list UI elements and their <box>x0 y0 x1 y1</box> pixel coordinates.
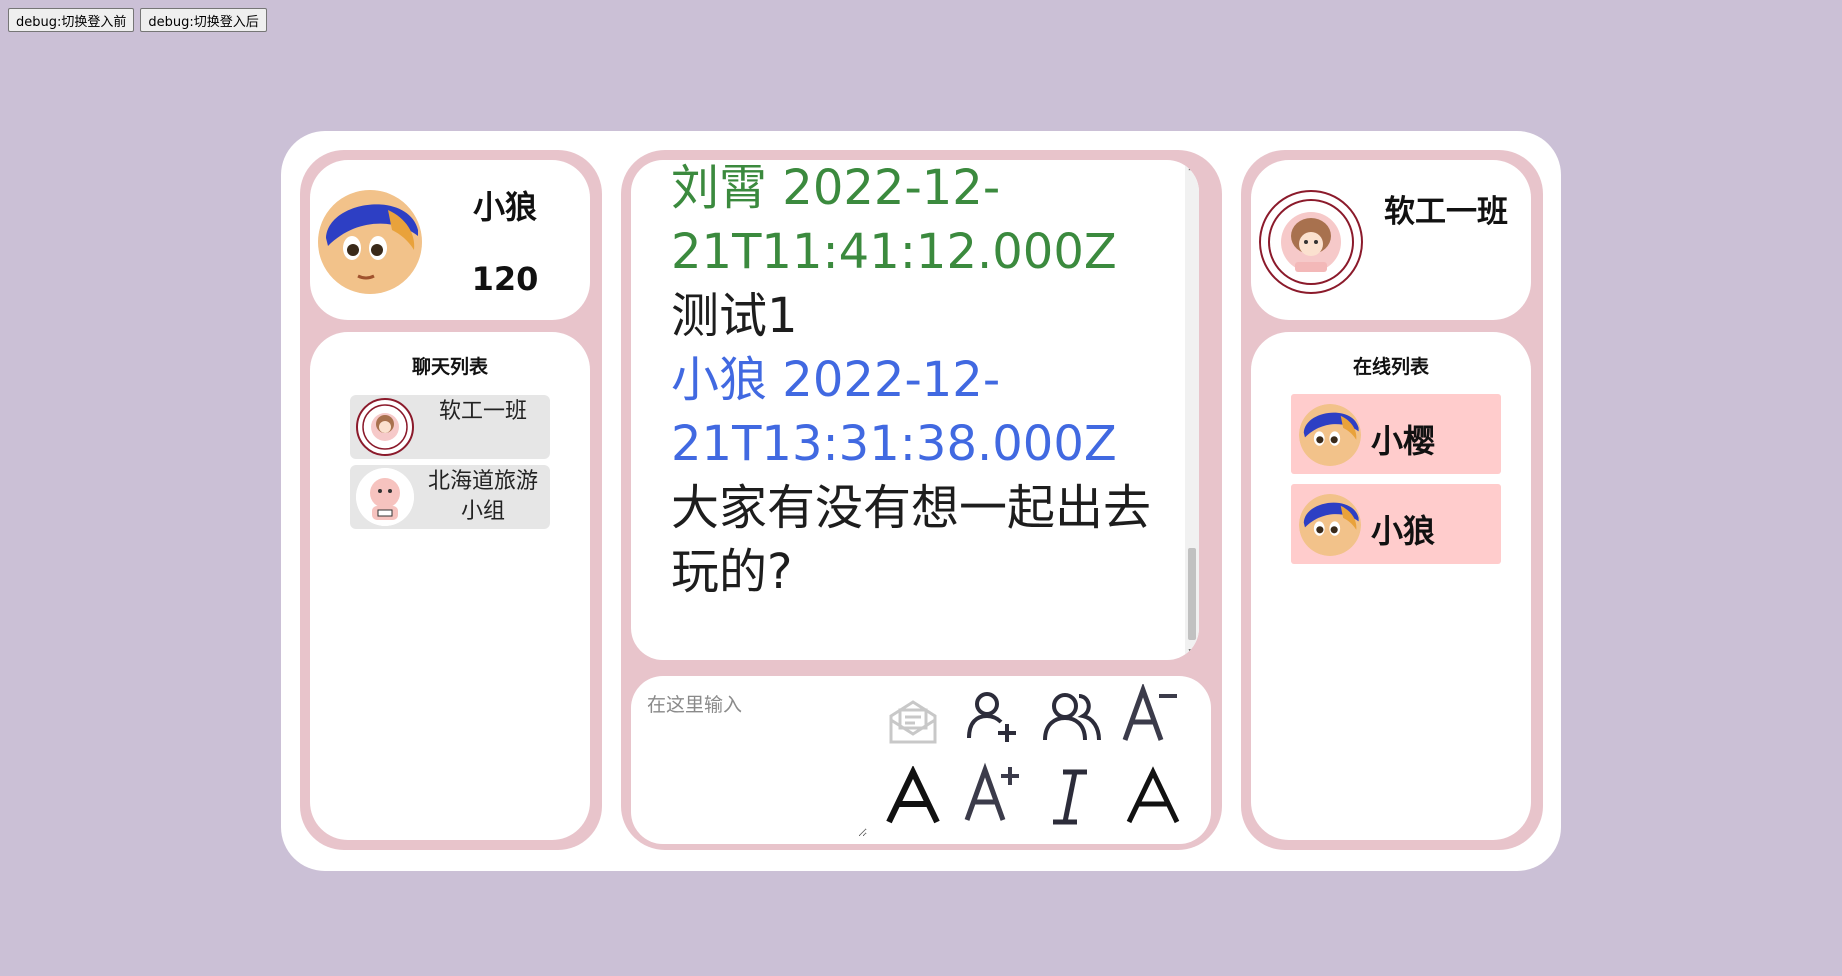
chat-list-item[interactable]: 软工一班 <box>350 395 550 459</box>
debug-before-login-button[interactable]: debug:切换登入前 <box>8 8 135 32</box>
font-normal-icon[interactable] <box>883 766 943 826</box>
message-panel[interactable]: 刘霄 2022-12-21T11:41:12.000Z 测试1 小狼 2022-12… <box>631 160 1199 660</box>
scroll-down-icon[interactable]: ▼ <box>1185 646 1199 660</box>
message-input[interactable] <box>645 688 867 837</box>
online-list-card: 在线列表 小樱 小狼 <box>1251 332 1531 840</box>
font-regular-icon[interactable] <box>1123 766 1183 826</box>
left-column: 小狼 120 聊天列表 软工一班 北海道旅游小组 <box>300 150 602 850</box>
message-header: 小狼 2022-12-21T13:31:38.000Z <box>671 348 1171 476</box>
font-decrease-icon[interactable] <box>1119 684 1179 744</box>
group-name: 软工一班 <box>1384 194 1508 230</box>
user-score: 120 <box>471 260 539 298</box>
italic-icon[interactable] <box>1041 766 1101 826</box>
chat-list-item[interactable]: 北海道旅游小组 <box>350 465 550 529</box>
message-sender: 刘霄 <box>671 160 768 216</box>
group-info-card: 软工一班 <box>1251 160 1531 320</box>
message-sender: 小狼 <box>671 352 768 408</box>
user-avatar[interactable] <box>318 190 422 294</box>
online-user-item[interactable]: 小狼 <box>1291 484 1501 564</box>
send-mail-icon[interactable] <box>883 690 943 750</box>
message-list: 刘霄 2022-12-21T11:41:12.000Z 测试1 小狼 2022-12… <box>671 160 1171 604</box>
composer-panel <box>631 676 1211 844</box>
message-text: 大家有没有想一起出去玩的? <box>671 480 1152 600</box>
online-user-name: 小樱 <box>1371 422 1436 460</box>
online-list-title: 在线列表 <box>1352 356 1429 378</box>
cartoon-baby-avatar-icon <box>356 468 414 526</box>
chat-list-item-name: 软工一班 <box>438 399 527 424</box>
scroll-up-icon[interactable]: ▲ <box>1185 160 1199 174</box>
debug-after-login-button[interactable]: debug:切换登入后 <box>140 8 267 32</box>
middle-column: 刘霄 2022-12-21T11:41:12.000Z 测试1 小狼 2022-12… <box>621 150 1222 850</box>
ccs-rose-badge-icon <box>356 398 414 456</box>
message-text: 测试1 <box>671 288 798 344</box>
chat-list-card: 聊天列表 软工一班 北海道旅游小组 <box>310 332 590 840</box>
chat-app: 小狼 120 聊天列表 软工一班 北海道旅游小组 刘霄 2022-12-21T1… <box>281 131 1561 871</box>
message-scrollbar[interactable]: ▲ ▼ <box>1185 160 1199 660</box>
boy-blue-hat-avatar-icon <box>1299 404 1361 466</box>
group-icon[interactable] <box>1041 686 1101 746</box>
ccs-rose-badge-icon <box>1259 190 1363 294</box>
user-name: 小狼 <box>472 188 537 226</box>
boy-blue-hat-avatar-icon <box>1299 494 1361 556</box>
message-header: 刘霄 2022-12-21T11:41:12.000Z <box>671 160 1171 284</box>
scrollbar-thumb[interactable] <box>1188 548 1196 640</box>
profile-card: 小狼 120 <box>310 160 590 320</box>
font-increase-icon[interactable] <box>961 762 1021 822</box>
chat-list-item-name: 北海道旅游小组 <box>427 469 538 524</box>
online-user-name: 小狼 <box>1371 512 1436 550</box>
boy-blue-hat-avatar-icon <box>318 190 422 294</box>
online-user-item[interactable]: 小樱 <box>1291 394 1501 474</box>
add-user-icon[interactable] <box>961 686 1021 746</box>
debug-toolbar: debug:切换登入前 debug:切换登入后 <box>8 8 267 32</box>
right-column: 软工一班 在线列表 小樱 小狼 <box>1241 150 1543 850</box>
chat-list-title: 聊天列表 <box>411 356 488 378</box>
